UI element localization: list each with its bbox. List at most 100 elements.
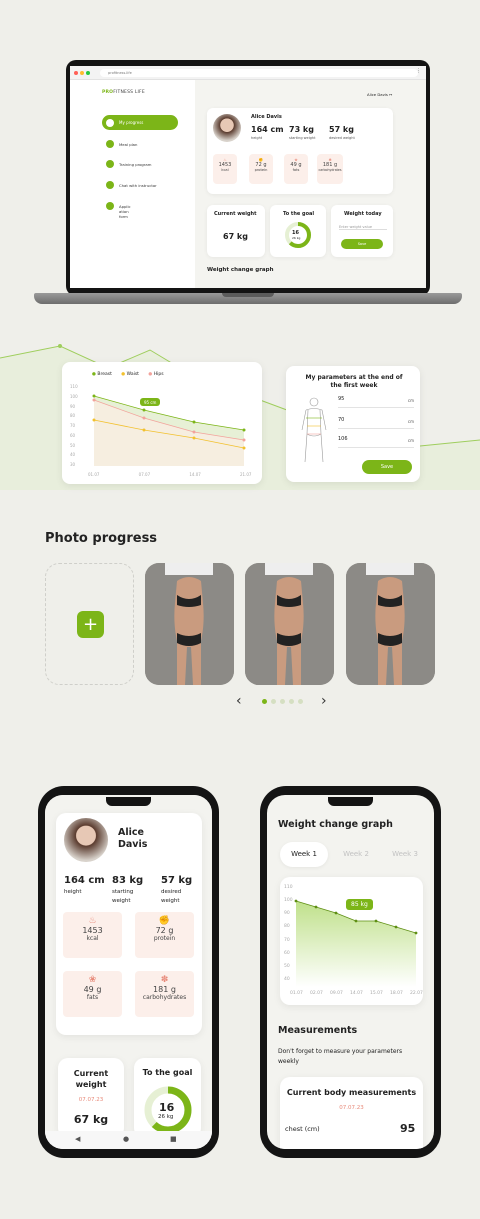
photo-silhouette — [145, 563, 234, 685]
prev-arrow-icon[interactable]: ‹ — [236, 693, 242, 709]
tick-label: 01.07 — [88, 472, 100, 477]
nutrition-label: carbohydrates — [318, 168, 342, 172]
sidebar-label: Applic ation form — [119, 204, 131, 219]
url-field[interactable]: profitness.life — [100, 69, 418, 77]
tick-label: 15.07 — [370, 991, 383, 996]
stat-desired: 57 kg — [161, 875, 193, 886]
tick-label: 50 — [284, 963, 290, 969]
progress-photo-2[interactable] — [245, 563, 334, 685]
progress-photo-1[interactable] — [145, 563, 234, 685]
sidebar-label: Chat with instructor — [119, 183, 157, 188]
tick-label: 21.07 — [240, 472, 252, 477]
weight-input[interactable]: Enter weight value — [339, 225, 387, 230]
main-area: Alice Davis ↦ Alice Davis 164 cm height … — [195, 80, 426, 288]
measurements-note: Don't forget to measure your parameters … — [278, 1048, 403, 1065]
nutrition-label: fats — [86, 994, 99, 1001]
menu-dots-icon[interactable]: ⋮ — [416, 68, 421, 74]
progress-photo-3[interactable] — [346, 563, 435, 685]
brand-logo[interactable]: PROFITNESS LIFE — [102, 90, 145, 95]
hips-input[interactable]: 106 cm — [338, 436, 414, 448]
recents-icon[interactable]: ■ — [170, 1135, 177, 1143]
legend-item: Breast — [97, 372, 112, 377]
phone-graph: Weight change graph Week 1 Week 2 Week 3… — [260, 786, 441, 1158]
legend-dot-icon: ● — [121, 372, 126, 377]
card-title: Weight today — [344, 211, 382, 217]
carousel-dots[interactable] — [262, 699, 306, 705]
tick-label: 100 — [70, 393, 78, 399]
carousel-dot[interactable] — [262, 699, 267, 704]
param-unit: cm — [407, 419, 414, 424]
url-text: profitness.life — [108, 71, 132, 75]
nutrition-fats: ❀ 49 g fats — [284, 154, 308, 184]
logout-icon[interactable]: ↦ — [389, 92, 392, 97]
tick-label: 60 — [70, 432, 76, 438]
param-value: 70 — [338, 417, 345, 423]
avatar — [213, 114, 241, 142]
phone-profile: Alice Davis 164 cm height 83 kg starting… — [38, 786, 219, 1158]
laptop-screen: profitness.life ⋮ PROFITNESS LIFE My pro… — [70, 66, 426, 288]
header-user[interactable]: Alice Davis ↦ — [367, 92, 392, 97]
carousel-dot[interactable] — [271, 699, 276, 704]
nutrition-kcal: ♨ 1453 kcal — [63, 912, 122, 958]
carousel-dot[interactable] — [289, 699, 294, 704]
home-icon[interactable]: ● — [123, 1135, 129, 1143]
tick-label: 30 — [70, 462, 76, 467]
nutrition-fats: ❀ 49 g fats — [63, 971, 122, 1017]
tick-label: 110 — [70, 384, 78, 389]
back-icon[interactable]: ◀ — [75, 1135, 80, 1143]
tab-week-1[interactable]: Week 1 — [280, 842, 328, 867]
save-weight-button[interactable]: Save — [341, 239, 383, 249]
chart-plot — [92, 394, 246, 466]
card-title: Current weight — [73, 1069, 109, 1089]
stat-label: starting weight — [289, 136, 316, 140]
tick-label: 01.07 — [290, 991, 303, 996]
tick-label: 80 — [70, 413, 76, 419]
legend-dot-icon: ● — [148, 372, 153, 377]
phone-graph-screen: Weight change graph Week 1 Week 2 Week 3… — [267, 795, 434, 1149]
next-arrow-icon[interactable]: › — [321, 693, 327, 709]
stat-label: starting weight — [112, 889, 134, 904]
carousel-dot[interactable] — [298, 699, 303, 704]
tab-week-2[interactable]: Week 2 — [334, 842, 378, 867]
nutrition-label: protein — [254, 168, 268, 172]
waist-input[interactable]: 70 cm — [338, 417, 414, 429]
close-dot-icon[interactable] — [74, 71, 78, 75]
carousel-dot[interactable] — [280, 699, 285, 704]
current-measurements-card: Current body measurements 07.07.23 chest… — [280, 1077, 423, 1149]
param-unit: cm — [407, 438, 414, 443]
add-photo-button[interactable]: + — [77, 611, 104, 638]
breast-input[interactable]: 95 cm — [338, 396, 414, 408]
maximize-dot-icon[interactable] — [86, 71, 90, 75]
tick-label: 60 — [284, 950, 290, 956]
tab-week-3[interactable]: Week 3 — [383, 842, 427, 867]
tick-label: 70 — [284, 937, 290, 943]
sidebar-item-my-progress[interactable]: My progress — [102, 115, 178, 130]
stat-height: 164 cm — [251, 125, 284, 134]
tick-label: 90 — [70, 403, 76, 409]
tick-label: 40 — [284, 977, 290, 982]
tick-label: 14.07 — [350, 991, 363, 996]
sidebar-label: My progress — [119, 120, 144, 125]
minimize-dot-icon[interactable] — [80, 71, 84, 75]
parameters-chart-card: ● Breast ● Waist ● Hips 110 100 90 80 70 60 50… — [62, 362, 262, 484]
meal-icon — [106, 140, 114, 148]
phone-profile-screen: Alice Davis 164 cm height 83 kg starting… — [45, 795, 212, 1149]
form-icon — [106, 202, 114, 210]
params-title: My parameters at the end of the first we… — [305, 374, 403, 389]
stat-height: 164 cm — [64, 875, 105, 886]
weight-chart-card: 110 100 90 80 70 60 50 40 01.07 02.07 09.07 14.07 1… — [280, 877, 423, 1005]
nutrition-label: kcal — [86, 935, 99, 942]
add-photo-slot[interactable]: + — [45, 563, 134, 685]
brand-suffix: FITNESS LIFE — [113, 90, 145, 95]
save-params-button[interactable]: Save — [362, 460, 412, 474]
measure-value: 95 — [400, 1122, 416, 1135]
nutrition-label: fats — [292, 168, 300, 172]
tick-label: 70 — [70, 423, 76, 428]
tick-label: 02.07 — [310, 991, 323, 996]
chart-tooltip: 85 kg — [346, 899, 373, 910]
tick-label: 18.07 — [390, 991, 403, 996]
stat-label: height — [64, 889, 82, 895]
tick-label: 100 — [284, 898, 293, 904]
stat-desired: 57 kg — [329, 125, 354, 134]
sidebar: PROFITNESS LIFE My progress Meal plan Tr… — [70, 80, 195, 288]
